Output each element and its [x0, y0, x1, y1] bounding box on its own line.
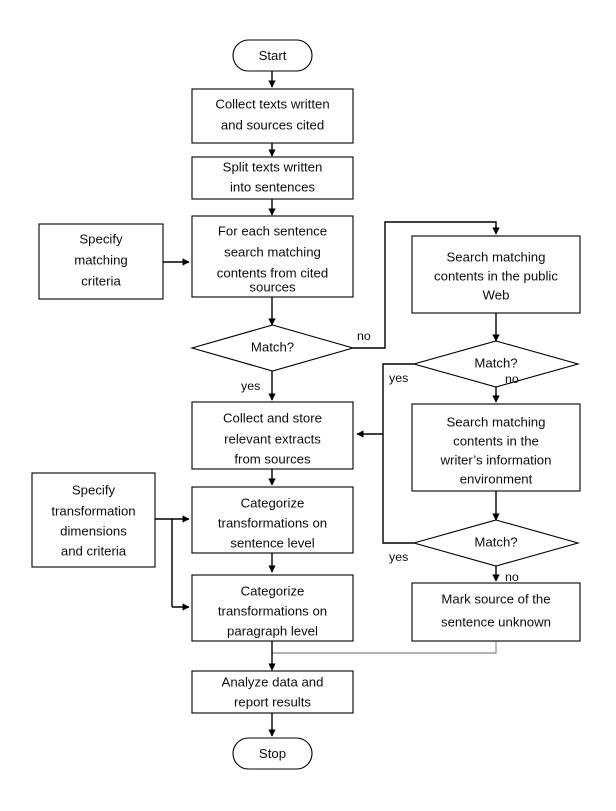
node-collect-texts[interactable]: Collect texts written and sources cited: [191, 88, 354, 144]
node-analyze-line-1: report results: [234, 694, 311, 709]
node-decision-match-web[interactable]: Match?: [411, 340, 581, 388]
node-writer-line-3: environment: [460, 471, 533, 486]
node-store-line-2: from sources: [234, 451, 311, 466]
node-search-writer-environment[interactable]: Search matching contents in the writer’s…: [411, 403, 581, 492]
edge-label-match2-yes: yes: [389, 371, 408, 385]
edge-specifytrans-trunk: [155, 518, 173, 607]
node-start[interactable]: Start: [232, 39, 313, 72]
node-writer-line-2: writer’s information: [440, 452, 552, 467]
node-split-texts[interactable]: Split texts written into sentences: [191, 156, 354, 200]
node-collect-store-extracts[interactable]: Collect and store relevant extracts from…: [191, 401, 354, 470]
node-specifymatch-line-1: matching: [74, 252, 128, 267]
node-match1-label: Match?: [251, 339, 294, 354]
node-web-line-0: Search matching: [447, 249, 546, 264]
node-specifymatch-line-2: criteria: [81, 273, 121, 288]
node-writer-line-1: contents in the: [453, 433, 539, 448]
node-analyze-line-0: Analyze data and: [222, 674, 324, 689]
node-store-line-0: Collect and store: [223, 410, 322, 425]
node-match3-label: Match?: [474, 534, 517, 549]
node-mark-line-0: Mark source of the: [441, 591, 550, 606]
edge-label-match2-no: no: [505, 372, 519, 386]
node-catparagraph-line-0: Categorize: [241, 583, 305, 598]
node-foreach-line-2: contents from cited: [217, 265, 328, 280]
edge-label-match3-no: no: [505, 570, 519, 584]
node-foreach-line-1: search matching: [224, 244, 321, 259]
node-collect-line-0: Collect texts written: [215, 96, 329, 111]
node-specifytrans-line-3: and criteria: [61, 543, 127, 558]
edge-label-match1-yes: yes: [241, 379, 260, 393]
node-stop-line-0: Stop: [259, 746, 286, 761]
node-match2-label: Match?: [474, 355, 517, 370]
node-categorize-sentence-level[interactable]: Categorize transformations on sentence l…: [191, 486, 354, 554]
node-foreach-line-3: sources: [249, 279, 296, 294]
node-split-line-1: into sentences: [230, 179, 315, 194]
edge-label-match3-yes: yes: [389, 550, 408, 564]
node-web-line-2: Web: [483, 287, 510, 302]
node-categorize-paragraph-level[interactable]: Categorize transformations on paragraph …: [191, 574, 354, 642]
edge-label-match1-no: no: [357, 329, 371, 343]
edge-match3-yes: [382, 434, 414, 544]
node-catsentence-line-1: transformations on: [218, 515, 327, 530]
node-split-line-0: Split texts written: [223, 159, 323, 174]
node-specifytrans-line-0: Specify: [72, 482, 116, 497]
node-analyze-report[interactable]: Analyze data and report results: [191, 670, 354, 714]
node-foreach-line-0: For each sentence: [218, 223, 327, 238]
node-decision-match-cited[interactable]: Match?: [189, 324, 356, 372]
node-catparagraph-line-1: transformations on: [218, 603, 327, 618]
node-specifymatch-line-0: Specify: [79, 231, 123, 246]
node-web-line-1: contents in the public: [434, 268, 558, 283]
node-stop[interactable]: Stop: [232, 737, 313, 770]
node-search-public-web[interactable]: Search matching contents in the public W…: [411, 235, 581, 314]
node-specifytrans-line-1: transformation: [51, 503, 135, 518]
node-foreach-sentence[interactable]: For each sentence search matching conten…: [191, 215, 354, 298]
node-catparagraph-line-2: paragraph level: [227, 623, 318, 638]
edge-mark-to-analyze-connector: [272, 641, 497, 654]
node-specifytrans-line-2: dimensions: [60, 523, 127, 538]
node-mark-source-unknown[interactable]: Mark source of the sentence unknown: [411, 582, 581, 642]
nodes: Start Collect texts written and sources …: [31, 39, 581, 770]
node-start-line-0: Start: [259, 48, 287, 63]
node-specify-matching-criteria[interactable]: Specify matching criteria: [38, 223, 164, 300]
flowchart-svg: Start Collect texts written and sources …: [31, 39, 581, 770]
node-decision-match-writer[interactable]: Match?: [411, 519, 581, 567]
node-catsentence-line-2: sentence level: [230, 535, 314, 550]
node-collect-line-1: and sources cited: [221, 117, 324, 132]
flowchart-canvas: Start Collect texts written and sources …: [0, 0, 616, 811]
node-specify-transformation[interactable]: Specify transformation dimensions and cr…: [31, 472, 156, 568]
node-store-line-1: relevant extracts: [224, 431, 321, 446]
node-catsentence-line-0: Categorize: [241, 495, 305, 510]
node-writer-line-0: Search matching: [447, 414, 546, 429]
node-mark-line-1: sentence unknown: [441, 614, 551, 629]
